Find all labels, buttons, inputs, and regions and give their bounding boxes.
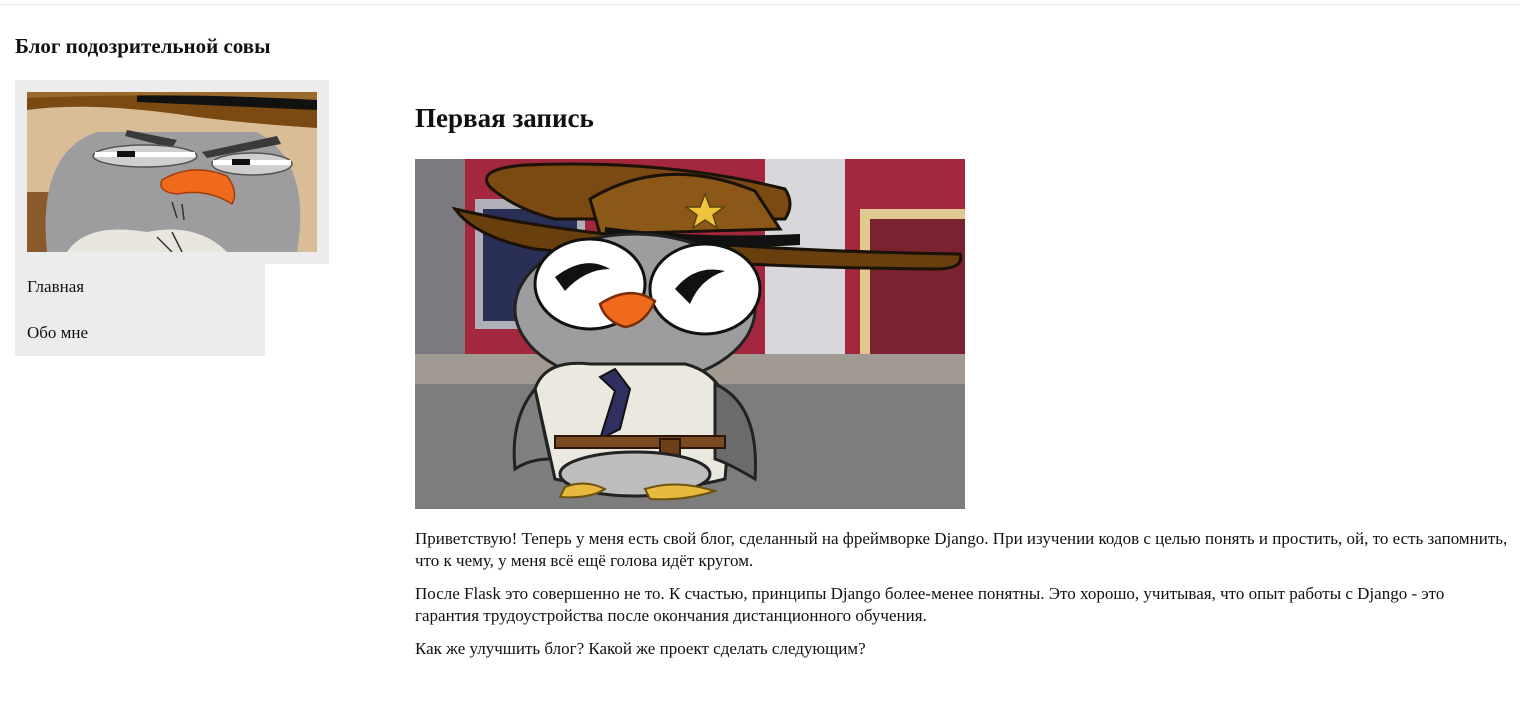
sidebar-nav: Главная Обо мне bbox=[15, 264, 265, 356]
nav-link-about[interactable]: Обо мне bbox=[27, 322, 88, 344]
post-paragraph-1: Приветствую! Теперь у меня есть свой бло… bbox=[415, 529, 1508, 570]
sheriff-owl-illustration-icon bbox=[415, 159, 965, 509]
nav-link-home[interactable]: Главная bbox=[27, 276, 84, 298]
top-divider bbox=[0, 4, 1520, 5]
post-paragraph-2: После Flask это совершенно не то. К счас… bbox=[415, 584, 1445, 625]
post-title: Первая запись bbox=[415, 103, 594, 133]
avatar-panel bbox=[15, 80, 329, 264]
post-body: Приветствую! Теперь у меня есть свой бло… bbox=[415, 528, 1510, 671]
suspicious-owl-avatar-icon bbox=[27, 92, 317, 252]
post-paragraph-3: Как же улучшить блог? Какой же проект сд… bbox=[415, 639, 866, 658]
site-title: Блог подозрительной совы bbox=[15, 34, 271, 58]
